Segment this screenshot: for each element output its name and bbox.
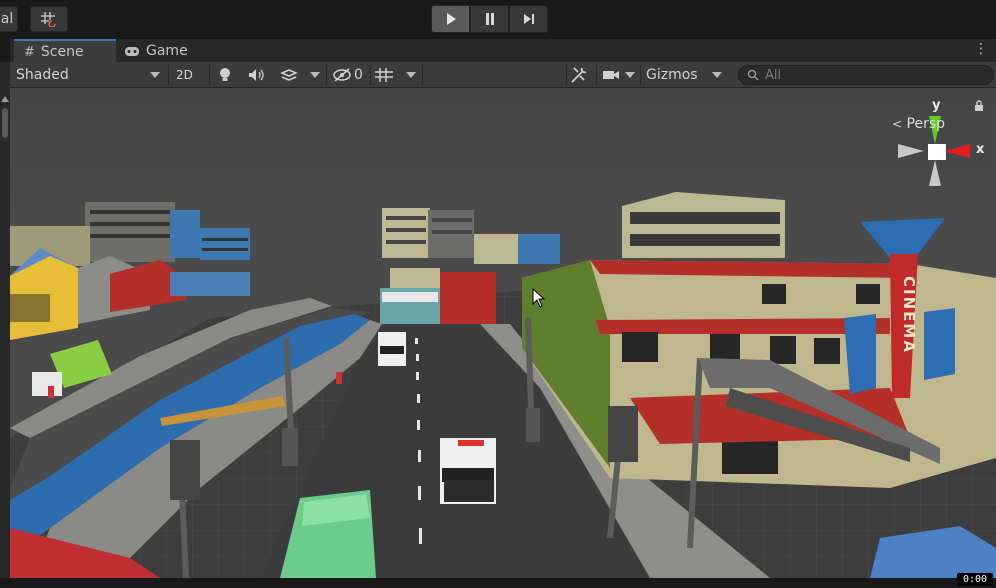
audio-toggle[interactable] — [248, 64, 266, 86]
effects-toggle[interactable] — [280, 64, 298, 86]
play-button[interactable] — [431, 5, 470, 33]
effects-dropdown[interactable] — [310, 64, 320, 86]
speaker-icon — [249, 69, 264, 81]
axis-x-label: x — [976, 142, 985, 157]
recording-timer: 0:00 — [957, 573, 993, 586]
gamepad-icon — [125, 46, 139, 56]
camera-icon — [603, 71, 619, 79]
search-icon — [747, 69, 759, 81]
city-scene-render: CINEMA y x — [10, 88, 996, 578]
scene-viewport[interactable]: CINEMA y x — [10, 88, 996, 578]
play-icon — [446, 13, 456, 25]
tab-game[interactable]: Game — [114, 39, 198, 63]
search-input[interactable]: All — [738, 65, 994, 85]
tab-scene-label: Scene — [40, 44, 84, 60]
unity-editor-window: al # Scene Game ⋮ Shaded 2D 0 Gizmos All… — [0, 0, 996, 588]
grid-snap-button[interactable] — [30, 6, 68, 32]
account-dropdown[interactable]: al — [0, 6, 18, 32]
chevron-left-icon: < — [892, 117, 903, 131]
tab-scene[interactable]: # Scene — [14, 39, 116, 63]
toggle-2d-button[interactable]: 2D — [176, 64, 193, 86]
grid-toggle[interactable] — [374, 64, 394, 86]
lock-icon[interactable] — [974, 100, 984, 116]
tools-icon — [571, 67, 587, 83]
tab-game-label: Game — [146, 43, 188, 59]
draw-mode-label: Shaded — [16, 67, 69, 83]
step-button[interactable] — [509, 5, 548, 33]
police-car-far — [378, 332, 406, 366]
chevron-down-icon — [310, 72, 320, 78]
grid-hash-icon: # — [24, 44, 35, 60]
cinema-sign: CINEMA — [900, 276, 918, 354]
eye-off-icon — [333, 68, 351, 82]
status-bar — [0, 578, 996, 588]
camera-button[interactable] — [602, 64, 635, 86]
hidden-objects-toggle[interactable]: 0 — [332, 64, 363, 86]
lightbulb-icon — [220, 68, 230, 81]
left-panel-edge — [0, 62, 10, 578]
tools-button[interactable] — [570, 64, 588, 86]
hidden-count: 0 — [354, 67, 363, 83]
projection-toggle[interactable]: < Persp — [892, 116, 945, 132]
gizmos-dropdown[interactable] — [712, 64, 722, 86]
draw-mode-dropdown[interactable]: Shaded — [16, 64, 162, 86]
step-icon — [523, 14, 534, 24]
layers-icon — [280, 69, 298, 81]
axis-y-label: y — [932, 98, 941, 113]
office-building-right — [622, 192, 785, 258]
scrollbar-thumb[interactable] — [2, 108, 8, 138]
projection-label: Persp — [906, 116, 946, 132]
search-placeholder: All — [765, 67, 782, 83]
lighting-toggle[interactable] — [218, 64, 232, 86]
playmode-controls — [431, 5, 549, 33]
window-tab-strip: # Scene Game ⋮ — [10, 38, 996, 63]
more-options-icon[interactable]: ⋮ — [974, 41, 988, 57]
mouse-cursor-icon — [532, 288, 546, 308]
main-toolbar: al — [0, 0, 996, 38]
collapse-arrow-icon[interactable] — [1, 96, 9, 102]
grid-icon — [375, 68, 393, 82]
gizmos-label: Gizmos — [646, 67, 698, 83]
scene-view-toolbar: Shaded 2D 0 Gizmos All — [10, 62, 996, 88]
account-label: al — [0, 11, 14, 27]
shop-row — [380, 268, 496, 324]
grid-snap-icon — [41, 12, 56, 27]
grid-dropdown[interactable] — [406, 64, 416, 86]
police-car-near — [440, 438, 496, 504]
gizmos-button[interactable]: Gizmos — [646, 64, 698, 86]
pause-button[interactable] — [470, 5, 509, 33]
chevron-down-icon — [406, 72, 416, 78]
chevron-down-icon — [712, 72, 722, 78]
chevron-down-icon — [625, 72, 635, 78]
pause-icon — [485, 13, 494, 25]
chevron-down-icon — [150, 72, 160, 78]
toggle-2d-label: 2D — [176, 68, 193, 82]
